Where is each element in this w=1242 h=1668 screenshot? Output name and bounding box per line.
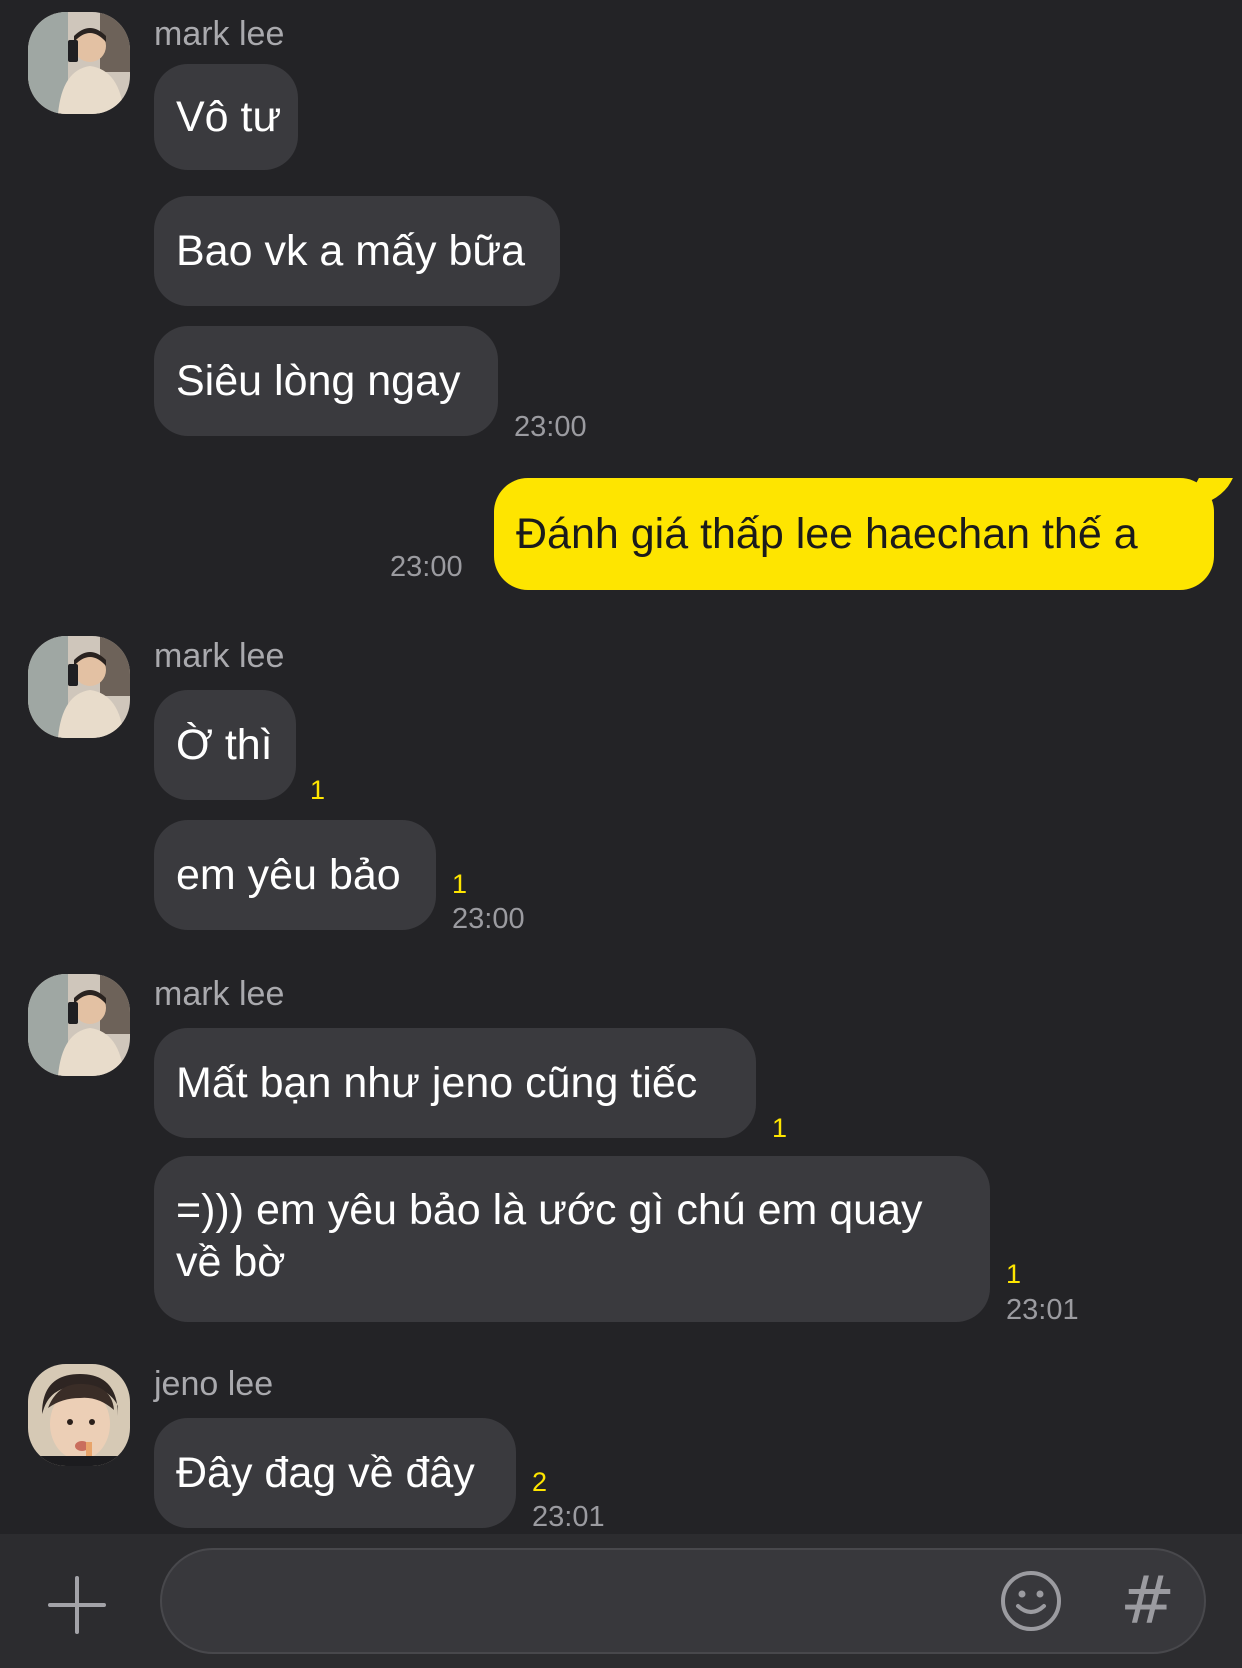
avatar-jeno-lee[interactable] (28, 1364, 130, 1466)
message-bubble[interactable]: Bao vk a mấy bữa (154, 196, 560, 306)
unread-count: 1 (310, 775, 326, 805)
unread-count: 1 (1006, 1259, 1022, 1289)
message-text: em yêu bảo (176, 851, 401, 899)
unread-count: 2 (532, 1467, 548, 1497)
message-timestamp: 23:01 (532, 1501, 605, 1533)
message-input-bar: # (0, 1534, 1242, 1668)
chat-thread[interactable]: mark lee Vô tư Bao vk a mấy bữa Siêu lòn… (0, 0, 1242, 1534)
outgoing-message-bubble[interactable]: Đánh giá thấp lee haechan thế a (494, 478, 1214, 590)
message-bubble[interactable]: =))) em yêu bảo là ước gì chú em quay về… (154, 1156, 990, 1322)
avatar-photo (28, 12, 130, 114)
message-text: Bao vk a mấy bữa (176, 227, 526, 275)
unread-count: 1 (772, 1113, 788, 1143)
avatar-photo (28, 974, 130, 1076)
message-timestamp: 23:01 (1006, 1294, 1079, 1326)
message-bubble[interactable]: Mất bạn như jeno cũng tiếc (154, 1028, 756, 1138)
avatar-mark-lee[interactable] (28, 974, 130, 1076)
avatar-photo (28, 1364, 130, 1466)
message-bubble[interactable]: Vô tư (154, 64, 298, 170)
sender-name: mark lee (154, 637, 285, 675)
message-text: =))) em yêu bảo là ước gì chú em quay về… (176, 1186, 923, 1286)
smiley-icon[interactable] (998, 1568, 1064, 1634)
message-text: Ờ thì (176, 721, 273, 769)
sender-name: jeno lee (154, 1365, 274, 1403)
avatar-photo (28, 636, 130, 738)
avatar-mark-lee[interactable] (28, 12, 130, 114)
message-bubble[interactable]: Đây đag về đây (154, 1418, 516, 1528)
unread-count: 1 (452, 869, 468, 899)
sender-name: mark lee (154, 975, 285, 1013)
message-text: Vô tư (176, 93, 282, 141)
message-text: Siêu lòng ngay (176, 357, 461, 405)
avatar-mark-lee[interactable] (28, 636, 130, 738)
message-bubble[interactable]: Siêu lòng ngay (154, 326, 498, 436)
hashtag-search-button[interactable]: # (1120, 1564, 1175, 1638)
message-timestamp: 23:00 (452, 903, 525, 935)
sender-name: mark lee (154, 15, 285, 53)
message-timestamp: 23:00 (390, 551, 463, 583)
message-bubble[interactable]: em yêu bảo (154, 820, 436, 930)
message-bubble[interactable]: Ờ thì (154, 690, 296, 800)
message-text: Mất bạn như jeno cũng tiếc (176, 1059, 698, 1107)
message-text: Đây đag về đây (176, 1449, 475, 1497)
plus-icon[interactable] (44, 1572, 110, 1638)
message-timestamp: 23:00 (514, 411, 587, 443)
message-text: Đánh giá thấp lee haechan thế a (516, 510, 1138, 558)
